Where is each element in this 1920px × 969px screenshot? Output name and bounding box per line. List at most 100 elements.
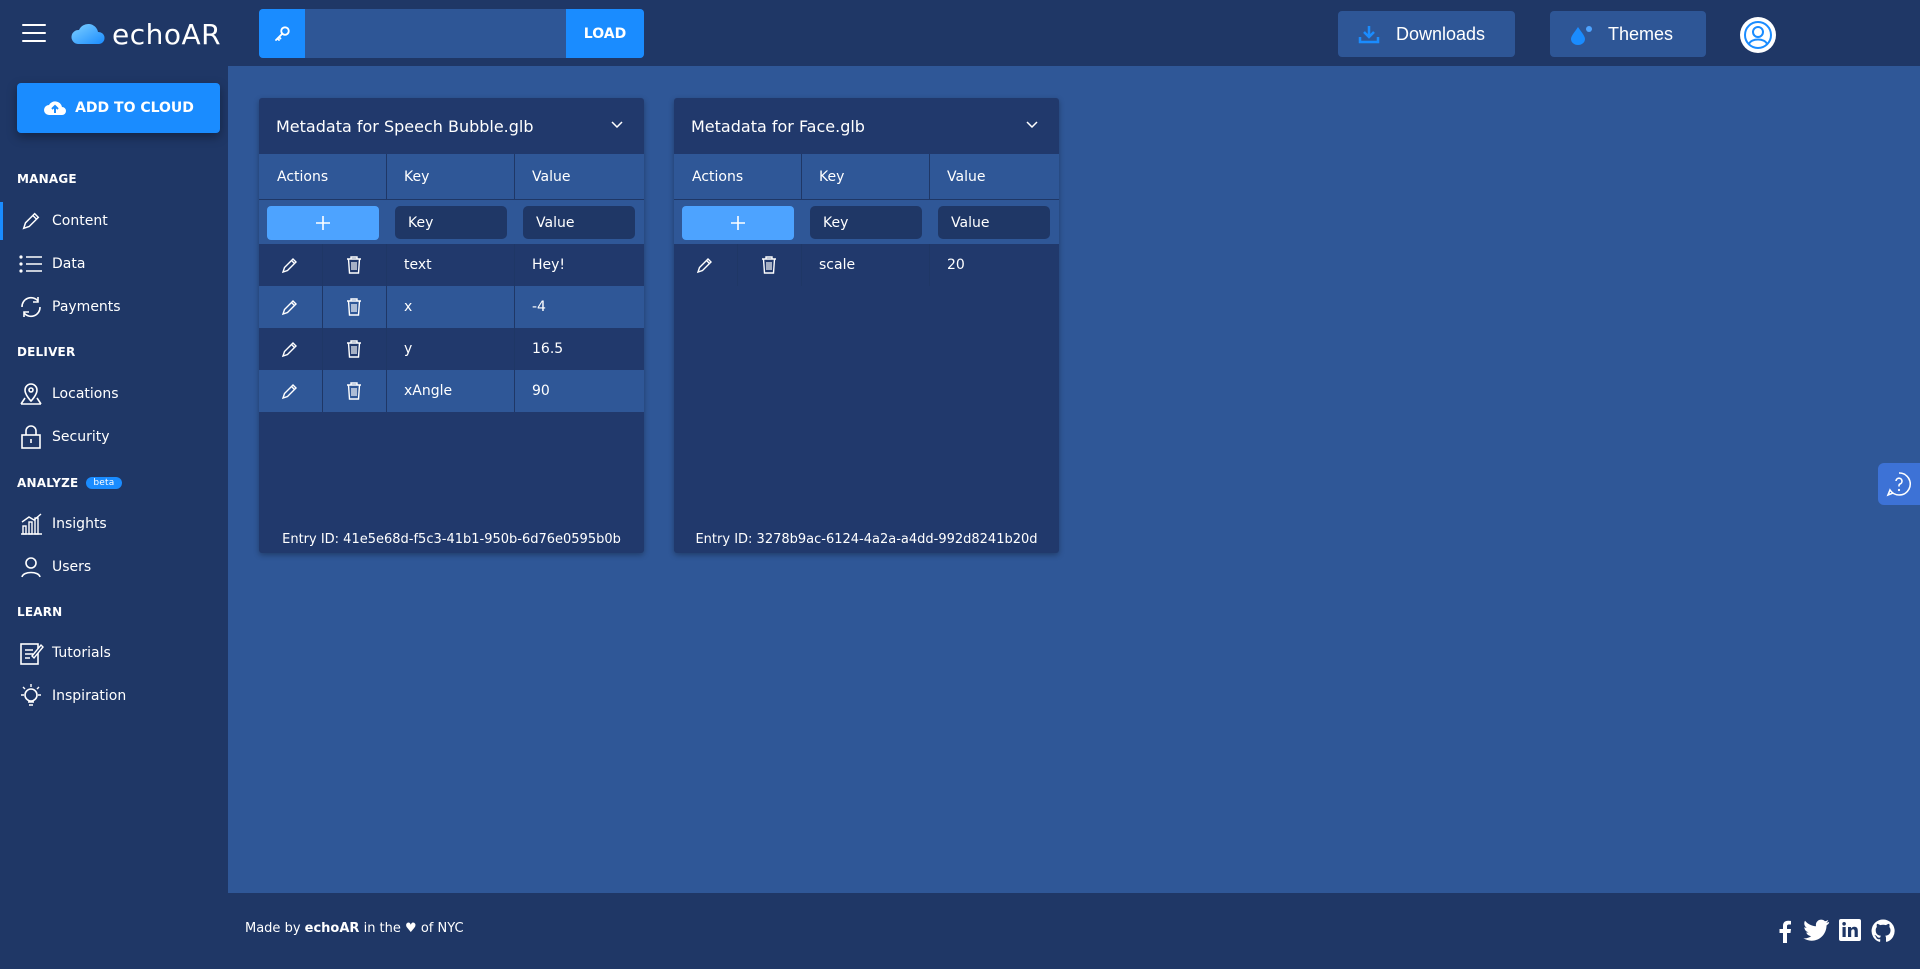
trash-icon[interactable] — [345, 381, 363, 401]
cloud-logo-icon — [71, 23, 105, 44]
row-actions — [259, 328, 387, 370]
header-key: Key — [802, 154, 930, 199]
list-icon — [18, 251, 44, 277]
downloads-label: Downloads — [1396, 23, 1486, 44]
header-value: Value — [532, 168, 571, 185]
trash-icon[interactable] — [345, 339, 363, 359]
sidebar-item-label: Locations — [52, 386, 119, 402]
help-button[interactable] — [1878, 463, 1920, 505]
refresh-icon — [18, 294, 44, 320]
edit-pencil-icon[interactable] — [281, 256, 299, 274]
row-key: scale — [802, 244, 930, 286]
sidebar-item-label: Users — [52, 559, 92, 575]
table-header: Actions Key Value — [259, 154, 644, 199]
footer-in-the: in the — [363, 921, 401, 936]
beta-badge: beta — [86, 477, 122, 489]
user-avatar-icon[interactable] — [1740, 17, 1776, 53]
sidebar-item-label: Security — [52, 429, 110, 445]
add-to-cloud-label: ADD TO CLOUD — [75, 100, 194, 116]
avatar-user-icon — [1744, 21, 1772, 49]
lock-icon — [18, 424, 44, 450]
add-entry-button[interactable] — [267, 206, 379, 240]
chevron-down-icon[interactable] — [1025, 118, 1039, 132]
edit-pencil-icon[interactable] — [696, 256, 714, 274]
key-icon-button[interactable] — [259, 9, 305, 58]
card-title: Metadata for Speech Bubble.glb — [276, 116, 534, 136]
themes-label: Themes — [1608, 23, 1674, 44]
hamburger-menu-icon[interactable] — [22, 24, 46, 44]
sidebar-item-label: Insights — [52, 516, 107, 532]
row-actions — [259, 286, 387, 328]
metadata-card: Metadata for Speech Bubble.glb Actions K… — [259, 98, 644, 553]
table-row: y 16.5 — [259, 328, 644, 370]
section-learn: LEARN — [17, 605, 63, 619]
themes-button[interactable]: Themes — [1550, 11, 1706, 57]
new-entry-row — [259, 199, 644, 244]
section-analyze: ANALYZE beta — [17, 476, 122, 490]
sidebar-item-label: Data — [52, 256, 86, 272]
sidebar-item-insights[interactable]: Insights — [0, 505, 228, 543]
trash-icon[interactable] — [760, 255, 778, 275]
table-row: xAngle 90 — [259, 370, 644, 412]
row-actions — [259, 244, 387, 286]
key-input[interactable] — [810, 206, 922, 239]
linkedin-icon[interactable] — [1839, 919, 1861, 941]
map-pin-icon — [18, 381, 44, 407]
row-value: -4 — [532, 299, 546, 315]
github-icon[interactable] — [1871, 919, 1895, 943]
table-header: Actions Key Value — [674, 154, 1059, 199]
sidebar-item-data[interactable]: Data — [0, 245, 228, 283]
key-input[interactable] — [395, 206, 507, 239]
table-row: scale 20 — [674, 244, 1059, 286]
sidebar-item-users[interactable]: Users — [0, 548, 228, 586]
row-key: y — [387, 328, 515, 370]
table-row: text Hey! — [259, 244, 644, 286]
api-key-box: LOAD — [259, 9, 644, 58]
sidebar-item-locations[interactable]: Locations — [0, 375, 228, 413]
value-input[interactable] — [938, 206, 1050, 239]
edit-pencil-icon[interactable] — [281, 382, 299, 400]
notepad-icon — [18, 640, 44, 666]
sidebar-item-tutorials[interactable]: Tutorials — [0, 634, 228, 672]
entry-id: Entry ID: 41e5e68d-f5c3-41b1-950b-6d76e0… — [282, 532, 621, 547]
sidebar-item-content[interactable]: Content — [0, 202, 228, 240]
add-entry-button[interactable] — [682, 206, 794, 240]
footer: Made by echoAR in the ♥ of NYC — [0, 893, 1920, 969]
new-entry-row — [674, 199, 1059, 244]
edit-pencil-icon[interactable] — [281, 340, 299, 358]
add-to-cloud-button[interactable]: ADD TO CLOUD — [17, 83, 220, 133]
key-icon — [275, 25, 290, 41]
twitter-icon[interactable] — [1802, 919, 1830, 943]
footer-brand-link[interactable]: echoAR — [305, 921, 360, 936]
downloads-button[interactable]: Downloads — [1338, 11, 1515, 57]
row-actions — [674, 244, 802, 286]
logo[interactable]: echoAR — [70, 16, 221, 52]
api-key-input[interactable] — [305, 9, 565, 58]
card-title: Metadata for Face.glb — [691, 116, 865, 136]
trash-icon[interactable] — [345, 255, 363, 275]
row-value: 16.5 — [532, 341, 564, 357]
value-input[interactable] — [523, 206, 635, 239]
facebook-icon[interactable] — [1778, 919, 1792, 943]
cloud-upload-icon — [44, 101, 67, 115]
edit-pencil-icon[interactable] — [281, 298, 299, 316]
row-value: 20 — [947, 257, 965, 273]
paint-drop-icon — [1571, 26, 1592, 45]
header-key: Key — [387, 154, 515, 199]
load-button[interactable]: LOAD — [566, 9, 644, 58]
top-bar: echoAR LOAD Downloads Themes — [0, 0, 1920, 66]
sidebar-item-inspiration[interactable]: Inspiration — [0, 677, 228, 715]
footer-made-by: Made by — [245, 921, 301, 936]
section-manage: MANAGE — [17, 172, 77, 186]
sidebar-item-security[interactable]: Security — [0, 418, 228, 456]
row-key: text — [387, 244, 515, 286]
plus-icon — [731, 216, 745, 230]
chevron-down-icon[interactable] — [610, 118, 624, 132]
sidebar-item-payments[interactable]: Payments — [0, 288, 228, 326]
sidebar-item-label: Content — [52, 213, 108, 229]
heart-icon: ♥ — [405, 921, 417, 936]
plus-icon — [316, 216, 330, 230]
trash-icon[interactable] — [345, 297, 363, 317]
header-actions: Actions — [674, 154, 802, 199]
row-value: Hey! — [532, 257, 566, 273]
